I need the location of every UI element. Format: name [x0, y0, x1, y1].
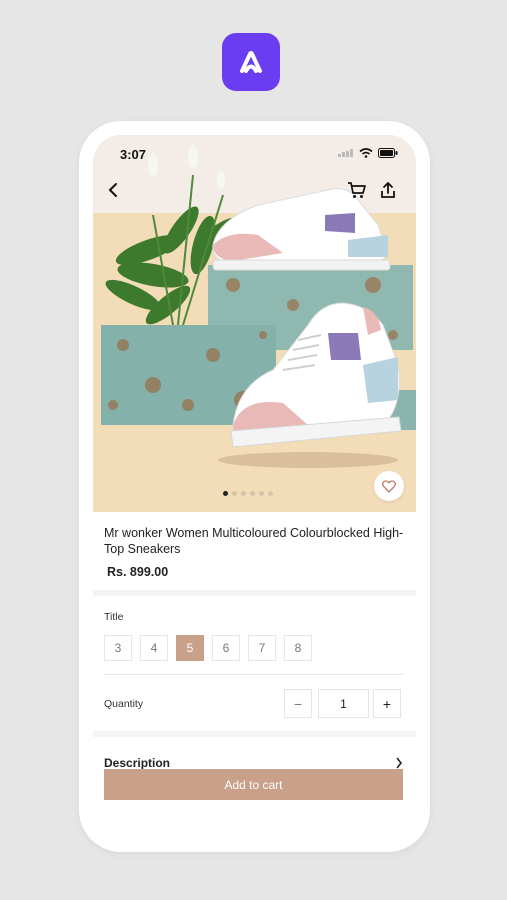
wifi-icon: [359, 148, 373, 158]
section-divider: [93, 731, 416, 737]
app-logo-icon: [240, 51, 262, 73]
size-selector: 3 4 5 6 7 8: [104, 635, 312, 661]
pagination-dot[interactable]: [241, 491, 246, 496]
signal-icon: [338, 149, 353, 157]
phone-frame: 3:07 Mr wonker Women Multicoloured Colou…: [79, 121, 430, 852]
option-label: Title: [104, 611, 124, 623]
product-title: Mr wonker Women Multicoloured Colourbloc…: [104, 526, 404, 556]
pagination-dot[interactable]: [223, 491, 228, 496]
image-pagination[interactable]: [223, 491, 273, 496]
quantity-label: Quantity: [104, 698, 144, 710]
size-option[interactable]: 3: [104, 635, 132, 661]
divider: [104, 674, 403, 675]
size-option[interactable]: 4: [140, 635, 168, 661]
description-label: Description: [104, 756, 171, 770]
share-icon: [381, 182, 395, 198]
section-divider: [93, 590, 416, 596]
size-option[interactable]: 8: [284, 635, 312, 661]
quantity-value[interactable]: 1: [318, 689, 369, 718]
pagination-dot[interactable]: [232, 491, 237, 496]
product-screen: 3:07 Mr wonker Women Multicoloured Colou…: [93, 135, 416, 838]
quantity-decrease-button[interactable]: −: [284, 689, 312, 718]
size-option-selected[interactable]: 5: [176, 635, 204, 661]
quantity-increase-button[interactable]: +: [373, 689, 401, 718]
heart-icon: [382, 479, 396, 493]
size-option[interactable]: 7: [248, 635, 276, 661]
wishlist-button[interactable]: [374, 471, 404, 501]
chevron-right-icon: [396, 757, 403, 769]
product-price: Rs. 899.00: [107, 565, 169, 579]
share-button[interactable]: [376, 178, 400, 202]
back-button[interactable]: [101, 178, 125, 202]
app-logo: [222, 33, 280, 91]
battery-icon: [378, 148, 398, 158]
pagination-dot[interactable]: [268, 491, 273, 496]
add-to-cart-button[interactable]: Add to cart: [104, 769, 403, 800]
cart-icon: [348, 182, 366, 198]
size-option[interactable]: 6: [212, 635, 240, 661]
status-time: 3:07: [120, 147, 147, 162]
cart-button[interactable]: [345, 178, 369, 202]
status-bar: 3:07: [93, 135, 416, 171]
product-image[interactable]: 3:07: [93, 135, 416, 512]
pagination-dot[interactable]: [250, 491, 255, 496]
product-info: Mr wonker Women Multicoloured Colourbloc…: [104, 525, 409, 579]
chevron-left-icon: [108, 183, 117, 197]
pagination-dot[interactable]: [259, 491, 264, 496]
